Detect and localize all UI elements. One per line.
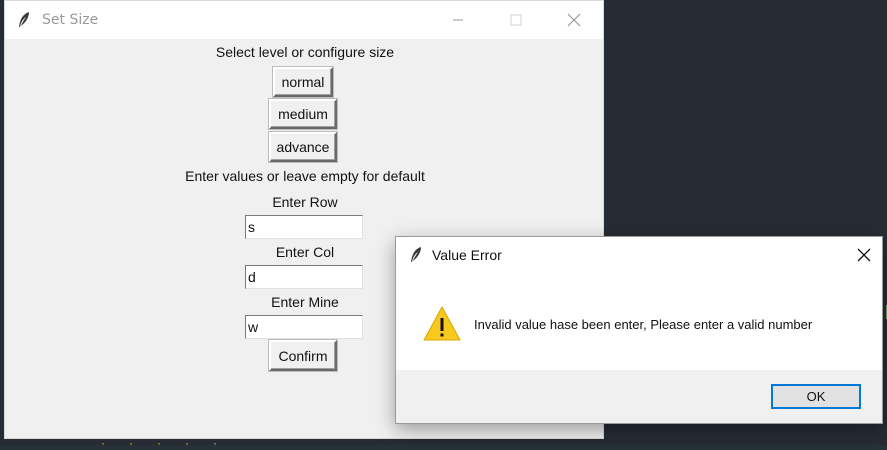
ok-button[interactable]: OK [771, 384, 861, 409]
dialog-title: Value Error [432, 247, 502, 263]
maximize-button[interactable] [487, 1, 545, 39]
col-input[interactable]: d [245, 265, 363, 289]
advance-button[interactable]: advance [269, 132, 337, 162]
instructions-label: Enter values or leave empty for default [185, 168, 425, 184]
error-message: Invalid value hase been enter, Please en… [474, 317, 813, 332]
minimize-icon [453, 19, 463, 21]
row-label: Enter Row [272, 194, 338, 210]
dialog-footer: OK [396, 370, 882, 423]
close-button[interactable] [545, 1, 603, 39]
title-bar[interactable]: Set Size [5, 1, 603, 39]
heading-label: Select level or configure size [215, 44, 395, 60]
feather-icon [19, 12, 29, 27]
confirm-button[interactable]: Confirm [269, 340, 337, 371]
value-error-dialog: Value Error Invalid value hase been ente… [395, 236, 883, 424]
warning-icon [423, 306, 461, 341]
medium-button[interactable]: medium [269, 99, 337, 129]
normal-button[interactable]: normal [273, 67, 333, 97]
close-icon [567, 13, 581, 27]
editor-edge-marker [883, 305, 887, 319]
maximize-icon [510, 14, 522, 26]
row-input[interactable]: s [245, 215, 363, 239]
minimize-button[interactable] [429, 1, 487, 39]
feather-icon [411, 247, 421, 262]
close-icon[interactable] [856, 247, 872, 263]
mine-input[interactable]: w [245, 315, 363, 339]
dialog-title-bar[interactable]: Value Error [396, 237, 882, 273]
window-title: Set Size [42, 12, 99, 28]
